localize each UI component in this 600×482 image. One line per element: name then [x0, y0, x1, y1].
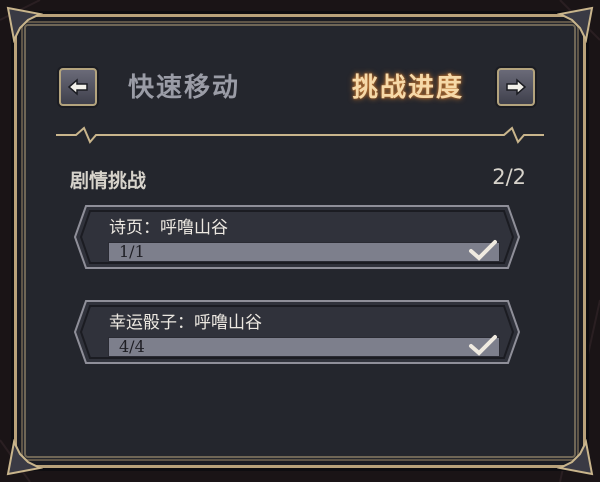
header-divider — [56, 126, 544, 144]
arrow-right-icon — [506, 78, 527, 96]
progress-bar: 1/1 — [108, 242, 500, 262]
corner-ornament-bottom-right — [556, 438, 594, 476]
corner-ornament-bottom-left — [6, 438, 44, 476]
section-count: 2/2 — [492, 165, 526, 189]
corner-ornament-top-left — [6, 6, 44, 44]
challenge-item[interactable]: 幸运骰子：呼噜山谷 4/4 — [72, 298, 522, 366]
next-page-button[interactable] — [497, 68, 535, 106]
progress-bar-fill — [109, 338, 499, 356]
tab-challenge-progress[interactable]: 挑战进度 — [352, 70, 464, 106]
tab-quick-travel[interactable]: 快速移动 — [128, 70, 240, 106]
progress-bar: 4/4 — [108, 337, 500, 357]
challenge-title: 幸运骰子：呼噜山谷 — [109, 313, 262, 333]
progress-text: 4/4 — [119, 337, 145, 356]
prev-page-button[interactable] — [59, 68, 97, 106]
challenge-title: 诗页：呼噜山谷 — [109, 218, 228, 238]
progress-bar-fill — [109, 243, 499, 261]
challenge-item[interactable]: 诗页：呼噜山谷 1/1 — [72, 203, 522, 271]
checkmark-icon — [469, 335, 497, 356]
arrow-left-icon — [67, 78, 88, 96]
corner-ornament-top-right — [556, 6, 594, 44]
checkmark-icon — [469, 240, 497, 261]
section-title: 剧情挑战 — [70, 170, 147, 192]
progress-text: 1/1 — [119, 242, 145, 261]
